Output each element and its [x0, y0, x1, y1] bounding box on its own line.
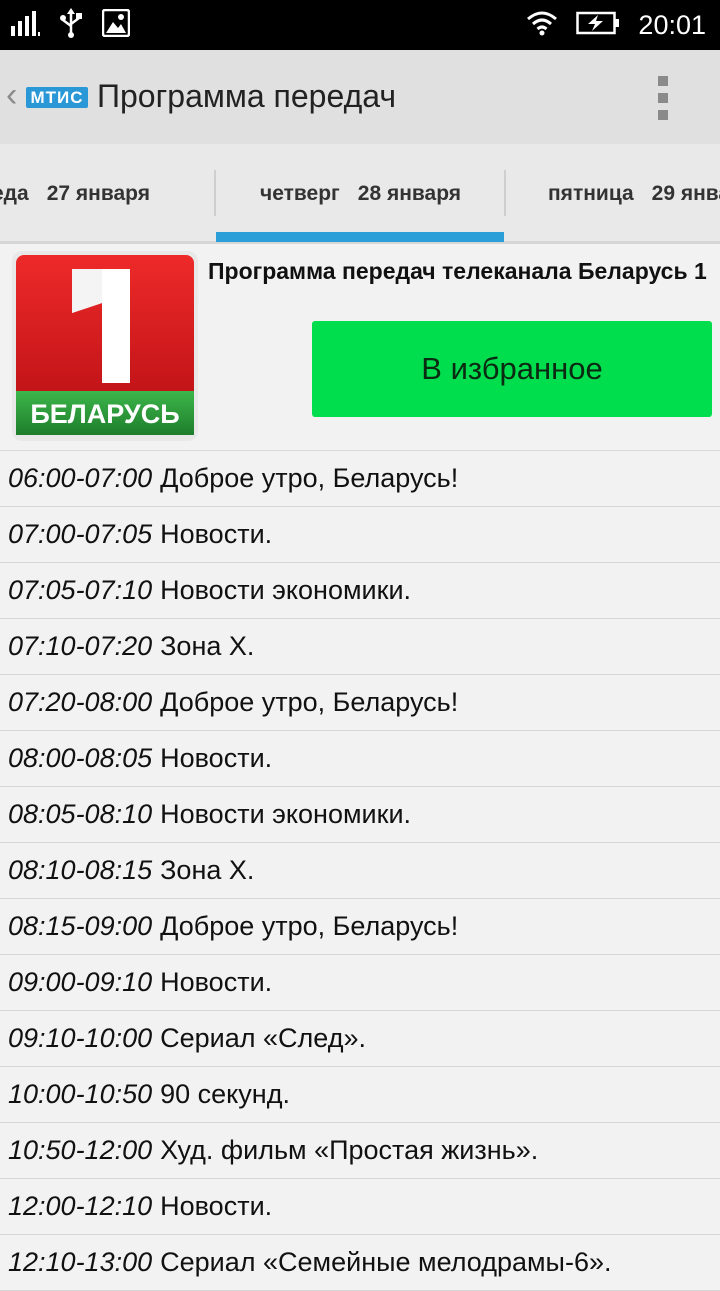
program-time: 06:00-07:00 — [8, 463, 153, 493]
program-title: Новости. — [160, 1191, 273, 1221]
list-item[interactable]: 08:00-08:05 Новости. — [0, 731, 720, 787]
tab-friday[interactable]: пятница 29 янва — [548, 144, 720, 244]
tab-divider — [504, 170, 506, 216]
action-bar: ‹ МТИС Программа передач — [0, 50, 720, 144]
program-time: 07:00-07:05 — [8, 519, 153, 549]
page-title: Программа передач — [97, 78, 396, 114]
list-item[interactable]: 07:05-07:10 Новости экономики. — [0, 563, 720, 619]
overflow-menu-icon[interactable] — [658, 76, 670, 120]
schedule-list: 06:00-07:00 Доброе утро, Беларусь! 07:00-0… — [0, 451, 720, 1291]
list-item[interactable]: 08:10-08:15 Зона Х. — [0, 843, 720, 899]
program-time: 09:00-09:10 — [8, 967, 153, 997]
list-item[interactable]: 07:10-07:20 Зона Х. — [0, 619, 720, 675]
channel-logo-text: БЕЛАРУСЬ — [30, 399, 179, 429]
list-item[interactable]: 07:00-07:05 Новости. — [0, 507, 720, 563]
image-icon — [101, 8, 131, 42]
tab-date-label: 28 января — [357, 182, 462, 205]
program-time: 10:00-10:50 — [8, 1079, 153, 1109]
program-title: Зона Х. — [160, 855, 255, 885]
list-item[interactable]: 08:05-08:10 Новости экономики. — [0, 787, 720, 843]
tab-date-label: 27 января — [46, 182, 150, 205]
tab-date-label: 29 янва — [651, 182, 720, 205]
app-logo[interactable]: МТИС — [26, 87, 88, 108]
tab-day-label: четверг — [260, 182, 340, 205]
program-title: Сериал «Семейные мелодрамы-6». — [160, 1247, 612, 1277]
program-time: 07:20-08:00 — [8, 687, 153, 717]
status-icons-left — [10, 7, 131, 43]
program-title: Новости. — [160, 519, 273, 549]
list-item[interactable]: 10:50-12:00 Худ. фильм «Простая жизнь». — [0, 1123, 720, 1179]
wifi-icon — [526, 10, 558, 41]
add-to-favorites-button[interactable]: В избранное — [312, 321, 712, 417]
list-item[interactable]: 09:10-10:00 Сериал «След». — [0, 1011, 720, 1067]
program-title: Новости экономики. — [160, 575, 412, 605]
day-tabs: еда 27 января четверг 28 января пятница … — [0, 144, 720, 244]
program-time: 08:00-08:05 — [8, 743, 153, 773]
program-title: Новости. — [160, 967, 273, 997]
program-time: 12:10-13:00 — [8, 1247, 153, 1277]
program-time: 10:50-12:00 — [8, 1135, 153, 1165]
channel-header: БЕЛАРУСЬ Программа передач телеканала Бе… — [0, 244, 720, 451]
program-time: 12:00-12:10 — [8, 1191, 153, 1221]
tab-day-label: пятница — [548, 182, 634, 205]
program-title: Зона Х. — [160, 631, 255, 661]
active-tab-indicator — [216, 232, 504, 242]
tab-thursday[interactable]: четверг 28 января — [260, 144, 461, 244]
program-title: Новости экономики. — [160, 799, 412, 829]
list-item[interactable]: 07:20-08:00 Доброе утро, Беларусь! — [0, 675, 720, 731]
back-chevron-icon[interactable]: ‹ — [6, 78, 17, 112]
list-item[interactable]: 12:00-12:10 Новости. — [0, 1179, 720, 1235]
program-title: Сериал «След». — [160, 1023, 366, 1053]
status-bar: 20:01 — [0, 0, 720, 50]
program-time: 08:10-08:15 — [8, 855, 153, 885]
list-item[interactable]: 12:10-13:00 Сериал «Семейные мелодрамы-6»… — [0, 1235, 720, 1291]
program-time: 08:15-09:00 — [8, 911, 153, 941]
tab-day-label: еда — [0, 182, 29, 205]
program-time: 09:10-10:00 — [8, 1023, 153, 1053]
tab-wednesday[interactable]: еда 27 января — [0, 144, 150, 244]
list-item[interactable]: 06:00-07:00 Доброе утро, Беларусь! — [0, 451, 720, 507]
program-time: 08:05-08:10 — [8, 799, 153, 829]
status-icons-right: 20:01 — [526, 8, 706, 42]
usb-icon — [58, 7, 84, 43]
program-time: 07:05-07:10 — [8, 575, 153, 605]
program-title: Доброе утро, Беларусь! — [160, 687, 459, 717]
channel-title: Программа передач телеканала Беларусь 1 — [208, 258, 707, 284]
program-time: 07:10-07:20 — [8, 631, 153, 661]
program-title: 90 секунд. — [160, 1079, 290, 1109]
program-title: Доброе утро, Беларусь! — [160, 911, 459, 941]
clock: 20:01 — [638, 9, 706, 40]
list-item[interactable]: 08:15-09:00 Доброе утро, Беларусь! — [0, 899, 720, 955]
tab-divider — [214, 170, 216, 216]
signal-icon — [10, 10, 40, 41]
channel-logo: БЕЛАРУСЬ — [12, 251, 198, 441]
list-item[interactable]: 09:00-09:10 Новости. — [0, 955, 720, 1011]
program-title: Худ. фильм «Простая жизнь». — [160, 1135, 539, 1165]
program-title: Новости. — [160, 743, 273, 773]
list-item[interactable]: 10:00-10:50 90 секунд. — [0, 1067, 720, 1123]
program-title: Доброе утро, Беларусь! — [160, 463, 459, 493]
battery-charging-icon — [576, 11, 620, 40]
